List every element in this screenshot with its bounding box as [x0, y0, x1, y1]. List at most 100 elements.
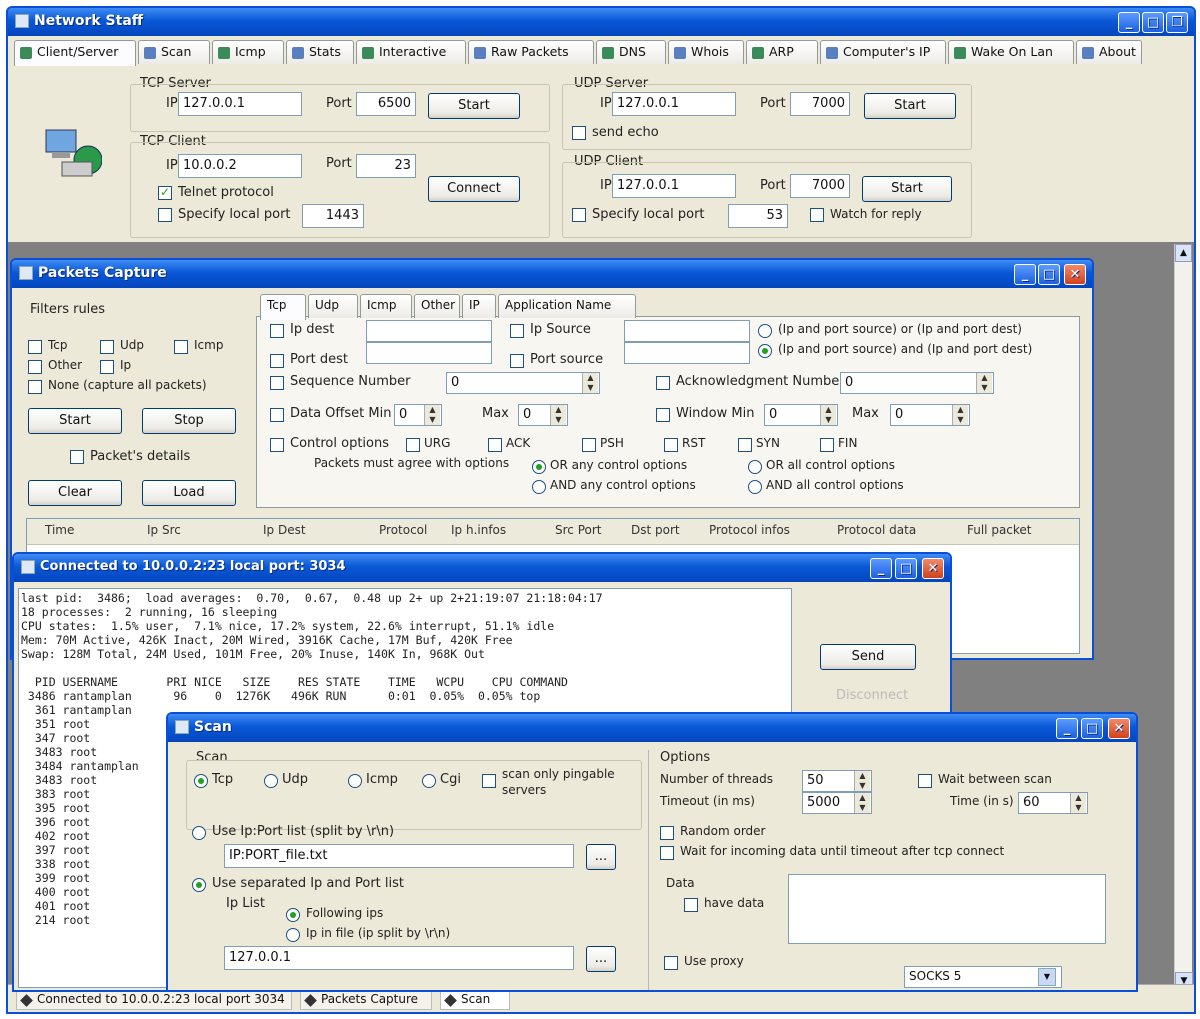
main-tab-2[interactable]: Icmp [212, 40, 284, 64]
main-tab-8[interactable]: ARP [746, 40, 818, 64]
main-tab-3[interactable]: Stats [286, 40, 354, 64]
udp-client-start-button[interactable]: Start [862, 176, 952, 202]
timeout-spinner[interactable]: ▲ ▼ [854, 793, 870, 813]
tcp-specify-port-checkbox[interactable] [158, 208, 172, 222]
mdi-scrollbar[interactable]: ▲ ▼ [1174, 244, 1193, 990]
window-min-spinner[interactable]: ▲ ▼ [820, 405, 836, 425]
ip-browse-button[interactable]: ... [586, 946, 616, 972]
tcp-client-port-input[interactable]: 23 [356, 154, 416, 178]
capture-maximize-button[interactable]: □ [1038, 264, 1060, 285]
tcp-server-ip-input[interactable]: 127.0.0.1 [178, 92, 302, 116]
sequence-spinner[interactable]: ▲ ▼ [582, 373, 598, 393]
restore-button[interactable]: ❐ [1166, 12, 1188, 33]
data-textarea[interactable] [788, 874, 1106, 944]
column-header-7[interactable]: Protocol infos [709, 523, 790, 537]
udp-local-port-input[interactable]: 53 [728, 204, 788, 228]
scan-minimize-button[interactable]: _ [1056, 718, 1078, 739]
main-tab-11[interactable]: About [1076, 40, 1142, 64]
column-header-9[interactable]: Full packet [967, 523, 1032, 537]
scan-close-button[interactable]: ✕ [1108, 718, 1130, 739]
telnet-minimize-button[interactable]: _ [870, 558, 892, 579]
capture-clear-button[interactable]: Clear [28, 480, 122, 506]
control-options-checkbox[interactable] [270, 438, 284, 452]
udp-server-port-input[interactable]: 7000 [790, 92, 850, 116]
ack-input[interactable]: 0 [840, 372, 994, 394]
capture-start-button[interactable]: Start [28, 408, 122, 434]
main-titlebar[interactable]: Network Staff _ □ ❐ [8, 8, 1194, 36]
telnet-send-button[interactable]: Send [820, 644, 916, 670]
telnet-disconnect-button[interactable]: Disconnect [836, 688, 908, 703]
tcp-local-port-input[interactable]: 1443 [302, 204, 364, 228]
filter-checkbox-1[interactable] [100, 340, 114, 354]
capture-titlebar[interactable]: Packets Capture _ □ ✕ [12, 260, 1092, 288]
scroll-up-arrow-icon[interactable]: ▲ [1175, 244, 1192, 262]
use-separated-radio[interactable] [192, 878, 206, 892]
main-tab-7[interactable]: Whois [668, 40, 744, 64]
telnet-protocol-checkbox[interactable]: ✓ [158, 186, 172, 200]
opt-or-radio[interactable] [758, 324, 772, 338]
ip-dest-input[interactable] [366, 320, 492, 342]
capture-close-button[interactable]: ✕ [1064, 264, 1086, 285]
flag-checkbox-urg[interactable] [406, 438, 420, 452]
data-offset-checkbox[interactable] [270, 408, 284, 422]
packet-details-checkbox[interactable] [70, 450, 84, 464]
capture-tab-5[interactable]: Application Name [498, 294, 636, 318]
flag-checkbox-psh[interactable] [582, 438, 596, 452]
list-browse-button[interactable]: ... [586, 844, 616, 870]
ack-checkbox[interactable] [656, 376, 670, 390]
scan-proto-radio-2[interactable] [348, 774, 362, 788]
telnet-titlebar[interactable]: Connected to 10.0.0.2:23 local port: 303… [14, 554, 950, 582]
scan-maximize-button[interactable]: □ [1081, 718, 1103, 739]
send-echo-checkbox[interactable] [572, 126, 586, 140]
time-spinner[interactable]: ▲ ▼ [1070, 793, 1086, 813]
window-min-checkbox[interactable] [656, 408, 670, 422]
scan-titlebar[interactable]: Scan _ □ ✕ [168, 714, 1136, 742]
ip-source-checkbox[interactable] [510, 324, 524, 338]
scan-proto-radio-3[interactable] [422, 774, 436, 788]
flag-checkbox-ack[interactable] [488, 438, 502, 452]
sequence-input[interactable]: 0 [446, 372, 600, 394]
scan-proto-radio-0[interactable] [194, 774, 208, 788]
capture-stop-button[interactable]: Stop [142, 408, 236, 434]
tcp-server-port-input[interactable]: 6500 [356, 92, 416, 116]
data-offset-max-spinner[interactable]: ▲ ▼ [550, 405, 566, 425]
port-source-checkbox[interactable] [510, 354, 524, 368]
or-all-radio[interactable] [748, 460, 762, 474]
port-dest-input[interactable] [366, 342, 492, 364]
column-header-6[interactable]: Dst port [631, 523, 680, 537]
use-proxy-checkbox[interactable] [664, 956, 678, 970]
ip-dest-checkbox[interactable] [270, 324, 284, 338]
tcp-server-start-button[interactable]: Start [428, 93, 520, 119]
minimize-button[interactable]: _ [1118, 12, 1140, 33]
main-tab-5[interactable]: Raw Packets [468, 40, 594, 64]
filter-checkbox-3[interactable] [28, 360, 42, 374]
filter-checkbox-5[interactable] [28, 380, 42, 394]
capture-tab-4[interactable]: IP [462, 294, 496, 318]
have-data-checkbox[interactable] [684, 898, 698, 912]
port-dest-checkbox[interactable] [270, 354, 284, 368]
following-ips-radio[interactable] [286, 908, 300, 922]
ip-in-file-radio[interactable] [286, 928, 300, 942]
window-max-spinner[interactable]: ▲ ▼ [952, 405, 968, 425]
use-list-radio[interactable] [192, 826, 206, 840]
filter-checkbox-0[interactable] [28, 340, 42, 354]
flag-checkbox-rst[interactable] [664, 438, 678, 452]
telnet-maximize-button[interactable]: □ [895, 558, 917, 579]
data-offset-spinner[interactable]: ▲ ▼ [424, 405, 440, 425]
udp-server-start-button[interactable]: Start [864, 93, 956, 119]
threads-spinner[interactable]: ▲ ▼ [854, 771, 870, 791]
column-header-0[interactable]: Time [45, 523, 74, 537]
column-header-3[interactable]: Protocol [379, 523, 427, 537]
ip-source-input[interactable] [624, 320, 750, 342]
sequence-checkbox[interactable] [270, 376, 284, 390]
capture-tab-0[interactable]: Tcp [260, 294, 306, 320]
port-source-input[interactable] [624, 342, 750, 364]
udp-client-port-input[interactable]: 7000 [790, 174, 850, 198]
wait-incoming-checkbox[interactable] [660, 846, 674, 860]
main-tab-1[interactable]: Scan [138, 40, 210, 64]
udp-server-ip-input[interactable]: 127.0.0.1 [612, 92, 736, 116]
scan-proto-radio-1[interactable] [264, 774, 278, 788]
column-header-1[interactable]: Ip Src [147, 523, 181, 537]
maximize-button[interactable]: □ [1142, 12, 1164, 33]
tcp-connect-button[interactable]: Connect [428, 176, 520, 202]
